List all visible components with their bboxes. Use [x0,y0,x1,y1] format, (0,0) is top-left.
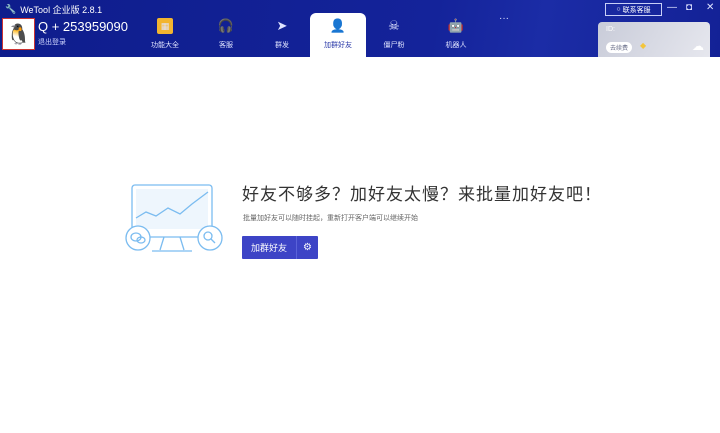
maximize-button[interactable]: ◘ [686,2,692,13]
tab-more[interactable]: ··· [476,8,532,52]
robot-icon: 🤖 [447,18,465,33]
diamond-icon: ◆ [640,41,647,50]
settings-gear-icon[interactable]: ⚙ [297,236,318,259]
logout-link[interactable]: 退出登录 [38,37,66,47]
skull-icon: ☠ [388,18,400,33]
refresh-icon: ○ [616,6,621,13]
tab-broadcast[interactable]: ➤ 群发 [254,13,310,57]
tab-zombie-fans[interactable]: ☠ 僵尸粉 [366,13,422,57]
headline: 好友不够多？加好友太慢？来批量加好友吧！ [242,185,602,205]
monitor-illustration [125,184,223,252]
id-label: ID: [606,26,615,33]
wrench-icon: 🔧 [5,4,17,14]
user-add-icon: 👤 [329,18,347,33]
subtitle: 批量加好友可以随时挂起，重新打开客户端可以继续开始 [243,215,418,222]
cloud-icon: ☁ [692,39,704,53]
tab-features[interactable]: ▦ 功能大全 [137,13,193,57]
grid-icon: ▦ [157,18,173,34]
add-group-friends-button-group: 加群好友 ⚙ [242,236,318,259]
header: 🔧 WeTool 企业版 2.8.1 🐧 Q + 253959090 退出登录 ▦… [0,0,720,57]
account-number: Q + 253959090 [38,19,128,34]
tab-customer-service[interactable]: 🎧 客服 [198,13,254,57]
add-group-friends-button[interactable]: 加群好友 [242,236,297,259]
avatar[interactable]: 🐧 [2,18,35,50]
headset-icon: 🎧 [217,18,235,33]
close-button[interactable]: ✕ [706,2,714,13]
tab-add-group-friends[interactable]: 👤 加群好友 [310,13,366,57]
account-panel: ID: 去续费 ◆ ☁ [598,22,710,57]
contact-service-button[interactable]: ○ 联系客服 [605,3,662,16]
paper-plane-icon: ➤ [276,18,288,33]
renew-button[interactable]: 去续费 [606,42,633,53]
minimize-button[interactable]: — [667,2,677,13]
app-title: 🔧 WeTool 企业版 2.8.1 [5,4,103,15]
